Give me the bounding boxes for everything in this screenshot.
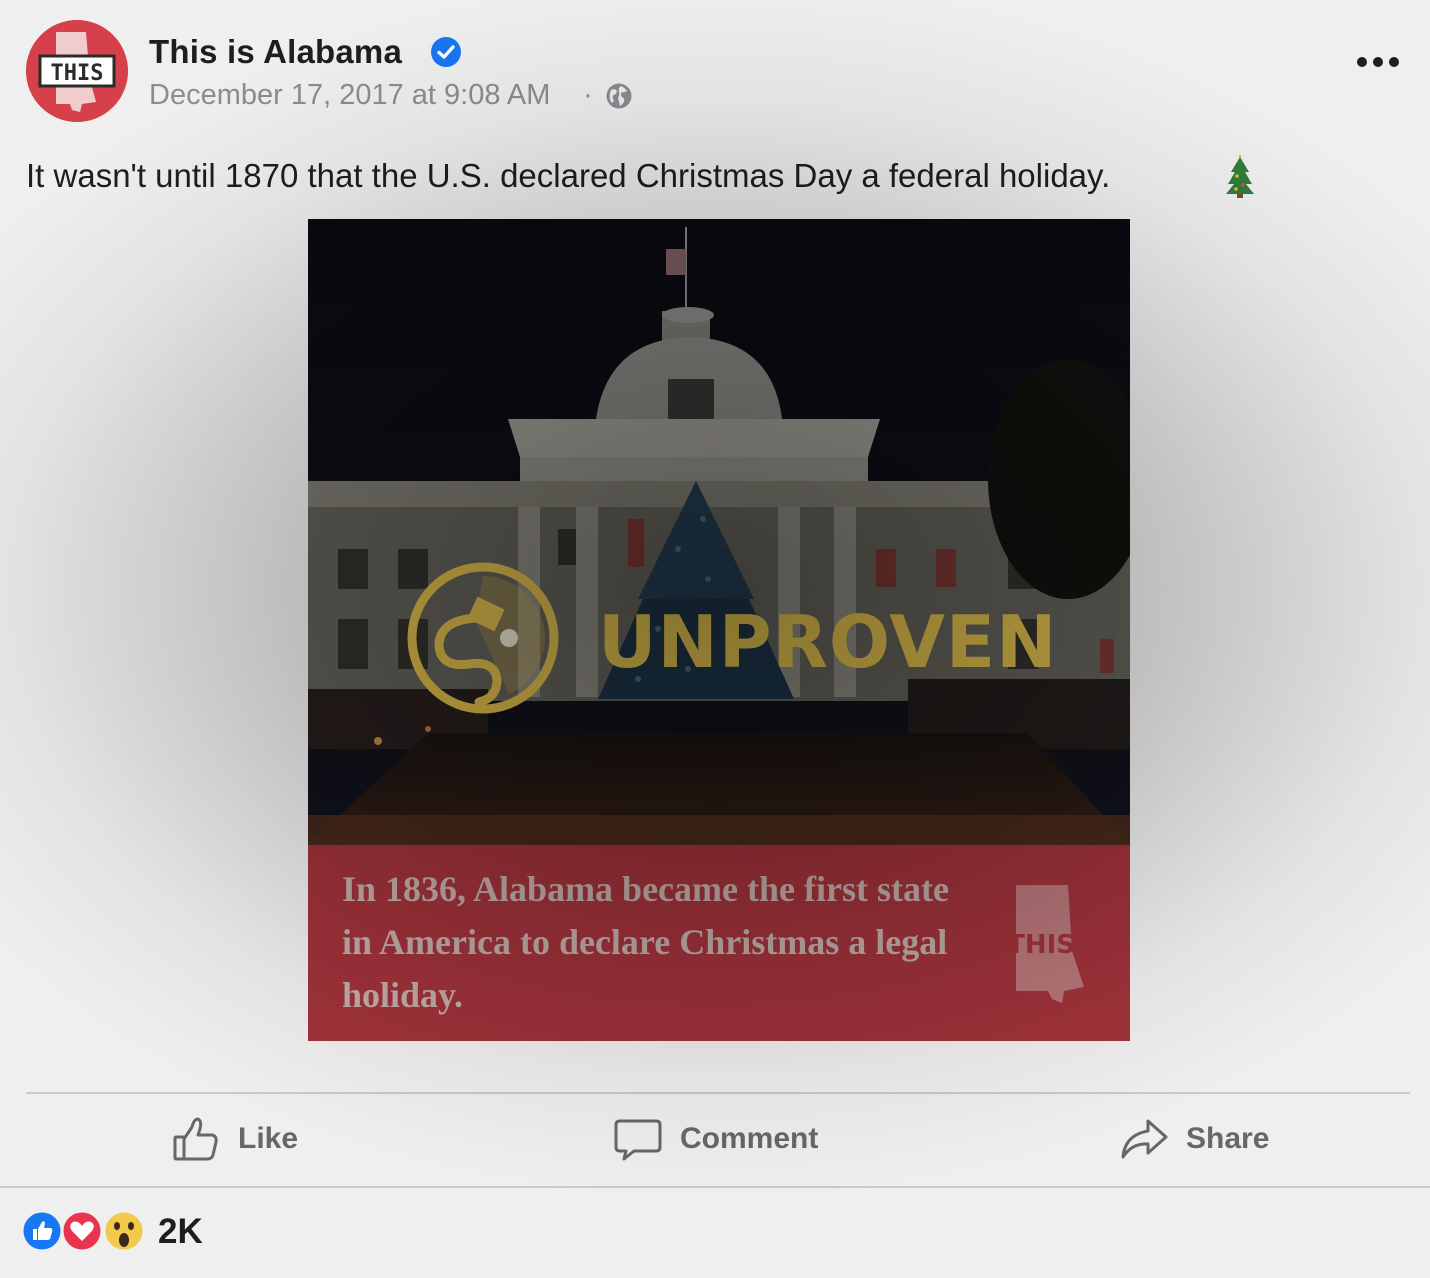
post-image[interactable]: In 1836, Alabama became the first state … [308,219,1130,1041]
reaction-count[interactable]: 2K [158,1212,203,1252]
page-avatar[interactable]: THIS [26,20,128,122]
svg-text:THIS: THIS [51,61,104,86]
like-button[interactable]: Like [172,1114,298,1164]
wow-reaction-icon [102,1209,146,1253]
post-timestamp[interactable]: December 17, 2017 at 9:08 AM [149,79,550,112]
comment-label: Comment [680,1122,819,1155]
post-text: It wasn't until 1870 that the U.S. decla… [26,157,1111,194]
this-is-alabama-logo: THIS [26,20,128,122]
comment-icon [614,1119,662,1161]
share-button[interactable]: Share [1120,1114,1269,1164]
facebook-post: THIS This is Alabama December 17, 2017 a… [0,0,1430,1278]
like-label: Like [238,1122,299,1155]
globe-icon [606,83,632,109]
rating-label: UNPROVEN [598,600,1058,684]
share-label: Share [1186,1122,1270,1155]
love-reaction-icon [60,1209,104,1253]
like-reaction-icon [20,1209,64,1253]
actions-divider-top [26,1092,1410,1094]
fact-check-seal-icon [407,562,559,714]
share-arrow-icon [1121,1119,1168,1159]
page-name[interactable]: This is Alabama [149,33,402,71]
verified-badge-icon [431,37,461,67]
more-options-icon[interactable] [1352,44,1404,80]
reaction-icons[interactable] [20,1208,150,1254]
thumbs-up-icon [173,1117,218,1161]
comment-button[interactable]: Comment [614,1114,818,1164]
actions-divider-bottom [0,1186,1430,1188]
timestamp-separator: · [583,79,593,111]
christmas-tree-icon [1226,154,1254,198]
